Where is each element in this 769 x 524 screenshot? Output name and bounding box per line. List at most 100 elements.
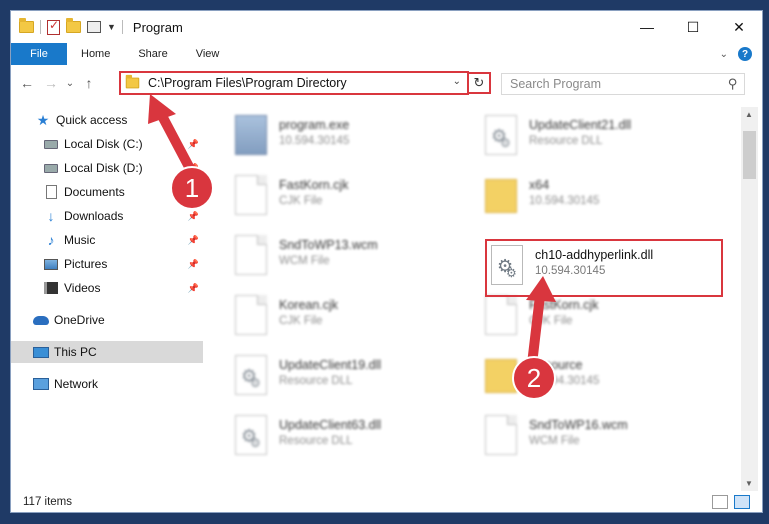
file-item[interactable]: FastKorn.cjk CJK File (235, 175, 475, 223)
search-input[interactable]: Search Program ⚲ (501, 73, 745, 95)
scrollbar-thumb[interactable] (743, 131, 756, 179)
file-item[interactable]: ⚙ ⚙ UpdateClient63.dll Resource DLL (235, 415, 475, 463)
details-view-button[interactable] (712, 495, 728, 509)
file-detail: WCM File (279, 255, 330, 267)
navigation-bar: ← → ⌄ ↑ C:\Program Files\Program Directo… (11, 67, 762, 99)
sidebar-item-network[interactable]: Network (11, 373, 203, 395)
close-button[interactable]: ✕ (716, 11, 762, 43)
title-bar: ▼ Program — ☐ ✕ (11, 11, 762, 43)
music-icon: ♪ (47, 232, 55, 248)
window-title: Program (132, 19, 183, 35)
scroll-down-icon[interactable]: ▼ (745, 479, 753, 488)
pictures-icon (43, 257, 59, 271)
step-1-badge: 1 (170, 166, 214, 210)
file-detail: Resource DLL (529, 135, 603, 147)
disk-icon (43, 161, 59, 175)
sidebar-item-label: Pictures (64, 257, 108, 271)
file-item[interactable]: ⚙ ⚙ UpdateClient21.dll Resource DLL (485, 115, 725, 163)
pin-icon[interactable]: 📌 (188, 259, 199, 270)
sidebar-item-local-disk-c[interactable]: Local Disk (C:) 📌 (11, 133, 203, 155)
file-icon (235, 295, 267, 335)
sidebar-item-downloads[interactable]: ↓ Downloads 📌 (11, 205, 203, 227)
item-count: 117 items (23, 496, 73, 508)
up-button[interactable]: ↑ (77, 75, 101, 91)
file-name: UpdateClient19.dll (279, 358, 382, 372)
file-detail: 10.594.30145 (529, 195, 600, 207)
step-2-badge: 2 (512, 356, 556, 400)
pin-icon[interactable]: 📌 (188, 235, 199, 246)
file-name: SndToWP16.wcm (529, 418, 628, 432)
address-bar[interactable]: C:\Program Files\Program Directory ⌄ (119, 71, 469, 95)
ribbon-right: ⌄ ? (720, 43, 762, 65)
file-icon (485, 295, 517, 335)
dll-file-icon: ⚙ ⚙ (485, 115, 517, 155)
tab-file[interactable]: File (11, 43, 67, 65)
file-item[interactable]: FastKorn.cjk CJK File (485, 295, 725, 343)
toolbar-divider (121, 20, 123, 34)
sidebar-item-pictures[interactable]: Pictures 📌 (11, 253, 203, 275)
file-list: program.exe 10.594.30145 FastKorn.cjk CJ… (217, 107, 741, 487)
address-path[interactable]: C:\Program Files\Program Directory (148, 76, 347, 90)
sidebar-item-label: OneDrive (54, 313, 105, 327)
pin-icon[interactable]: 📌 (188, 211, 199, 222)
new-folder-icon[interactable] (66, 18, 81, 33)
recent-locations-button[interactable]: ⌄ (63, 78, 77, 89)
search-icon[interactable]: ⚲ (728, 76, 738, 92)
computer-icon (33, 345, 49, 359)
star-icon: ★ (36, 111, 50, 128)
help-icon[interactable]: ? (738, 47, 752, 61)
maximize-button[interactable]: ☐ (670, 11, 716, 43)
pin-icon[interactable]: 📌 (188, 283, 199, 294)
dll-file-icon: ⚙ ⚙ (235, 355, 267, 395)
file-item[interactable]: SndToWP16.wcm WCM File (485, 415, 725, 463)
file-item[interactable]: ⚙ ⚙ UpdateClient19.dll Resource DLL (235, 355, 475, 403)
file-icon (485, 415, 517, 455)
expand-ribbon-icon[interactable]: ⌄ (720, 49, 728, 60)
explorer-window: ▼ Program — ☐ ✕ File Home Share View ⌄ ?… (10, 10, 763, 513)
application-icon (235, 115, 267, 155)
minimize-button[interactable]: — (624, 11, 670, 43)
properties-check-icon[interactable] (47, 18, 60, 35)
refresh-button[interactable]: ↻ (469, 72, 491, 94)
file-detail: CJK File (529, 315, 573, 327)
vertical-scrollbar[interactable]: ▲ ▼ (741, 107, 758, 491)
file-item[interactable]: program.exe 10.594.30145 (235, 115, 475, 163)
forward-button[interactable]: → (39, 75, 63, 91)
sidebar-item-videos[interactable]: Videos 📌 (11, 277, 203, 299)
tab-view[interactable]: View (182, 43, 234, 65)
videos-icon (43, 281, 59, 295)
file-name: FastKorn.cjk (279, 178, 349, 192)
sidebar-item-label: Network (54, 377, 99, 391)
sidebar-item-onedrive[interactable]: OneDrive (11, 309, 203, 331)
highlight-box (485, 239, 723, 297)
back-button[interactable]: ← (15, 75, 39, 91)
sidebar-item-quick-access[interactable]: ★ Quick access (11, 109, 203, 131)
file-detail: CJK File (279, 195, 323, 207)
folder-icon (125, 74, 140, 89)
file-item[interactable]: SndToWP13.wcm WCM File (235, 235, 475, 283)
sidebar-item-label: Documents (64, 185, 125, 199)
file-item[interactable]: Korean.cjk CJK File (235, 295, 475, 343)
file-name: FastKorn.cjk (529, 298, 599, 312)
customize-toolbar-icon[interactable] (87, 21, 101, 33)
large-icons-view-button[interactable] (734, 495, 750, 509)
chevron-down-icon[interactable]: ⌄ (453, 76, 461, 87)
dll-file-icon: ⚙ ⚙ (235, 415, 267, 455)
tab-share[interactable]: Share (124, 43, 181, 65)
file-icon (235, 175, 267, 215)
pin-icon[interactable]: 📌 (188, 139, 199, 150)
sidebar-item-this-pc[interactable]: This PC (11, 341, 203, 363)
folder-icon (485, 179, 517, 213)
quick-access-toolbar: ▼ (11, 18, 123, 35)
file-name: UpdateClient63.dll (279, 418, 382, 432)
sidebar-item-music[interactable]: ♪ Music 📌 (11, 229, 203, 251)
sidebar-item-label: Quick access (56, 113, 128, 127)
chevron-down-icon[interactable]: ▼ (107, 22, 116, 32)
file-item[interactable]: x64 10.594.30145 (485, 175, 725, 223)
file-icon (235, 235, 267, 275)
tab-home[interactable]: Home (67, 43, 124, 65)
scroll-up-icon[interactable]: ▲ (745, 110, 753, 119)
folder-icon[interactable] (19, 18, 34, 33)
file-name: program.exe (279, 118, 350, 132)
sidebar-item-label: Videos (64, 281, 101, 295)
